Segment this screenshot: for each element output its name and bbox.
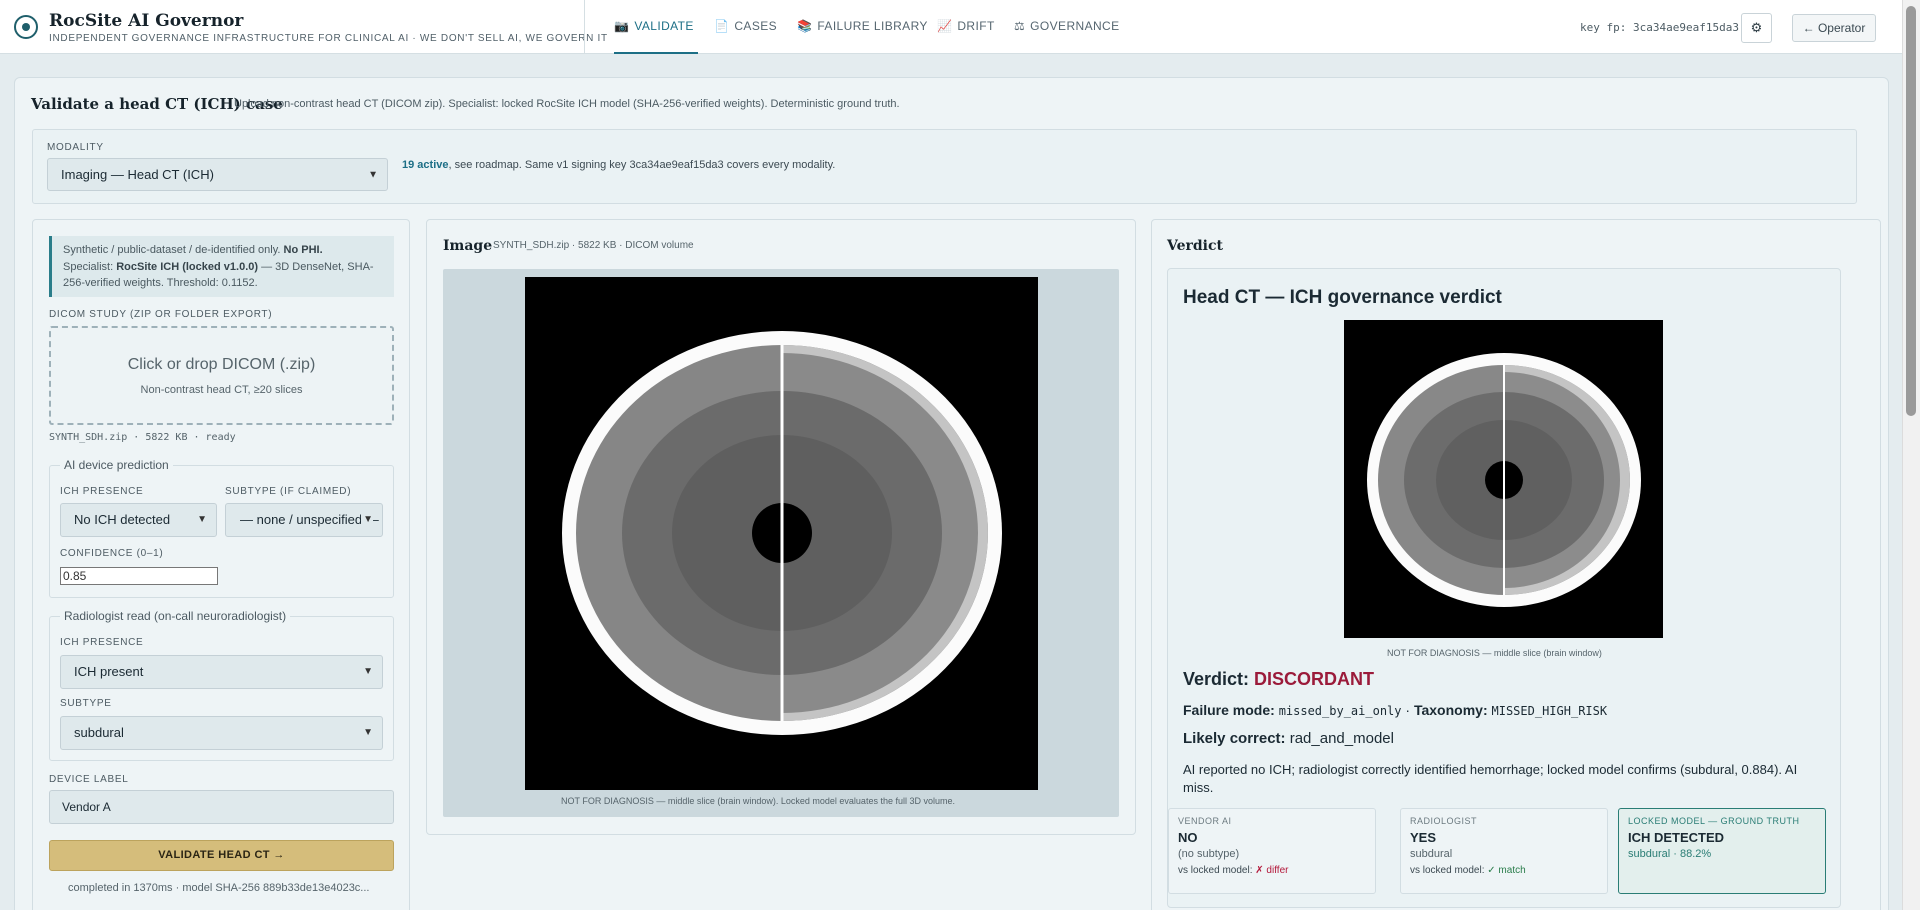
thumbnail-caption: NOT FOR DIAGNOSIS — middle slice (brain … (1387, 648, 1602, 658)
modality-panel: MODALITY Imaging — Head CT (ICH) ▼ (32, 129, 1857, 204)
camera-icon: 📷 (614, 19, 630, 33)
verdict-description: AI reported no ICH; radiologist correctl… (1183, 762, 1798, 795)
image-title: Image (443, 238, 493, 254)
radiologist-legend: Radiologist read (on-call neuroradiologi… (60, 609, 291, 623)
brand-logo-icon (14, 15, 38, 39)
scrollbar-thumb[interactable] (1906, 6, 1916, 416)
ai-presence-select[interactable]: No ICH detected ▼ (60, 503, 217, 537)
ai-subtype-label: SUBTYPE (IF CLAIMED) (225, 486, 352, 497)
rad-presence-label: ICH PRESENCE (60, 637, 144, 648)
dropzone-hint: Non-contrast head CT, ≥20 slices (140, 384, 303, 396)
dicom-dropzone[interactable]: Click or drop DICOM (.zip) Non-contrast … (49, 326, 394, 425)
gear-icon: ⚙ (1750, 20, 1763, 35)
chevron-down-icon: ▼ (363, 666, 373, 677)
rad-subtype-label: SUBTYPE (60, 698, 112, 709)
brand-tagline: INDEPENDENT GOVERNANCE INFRASTRUCTURE FO… (49, 33, 608, 44)
verdict-result: Verdict: DISCORDANT (1183, 669, 1375, 689)
tab-cases[interactable]: 📄 CASES (714, 0, 777, 54)
scales-icon: ⚖ (1014, 19, 1026, 33)
nav-divider (584, 0, 585, 54)
radiologist-card: RADIOLOGIST YES subdural vs locked model… (1400, 808, 1608, 894)
likely-correct-line: Likely correct: rad_and_model (1183, 730, 1394, 747)
chart-icon: 📈 (937, 19, 953, 33)
verdict-title: Verdict (1167, 238, 1223, 254)
tab-failure-library[interactable]: 📚 FAILURE LIBRARY (797, 0, 928, 54)
locked-model-card: LOCKED MODEL — GROUND TRUTH ICH DETECTED… (1618, 808, 1826, 894)
ai-prediction-legend: AI device prediction (60, 458, 173, 472)
ai-subtype-select[interactable]: — none / unspecified — ▼ (225, 503, 383, 537)
tab-validate[interactable]: 📷 VALIDATE (614, 0, 698, 54)
image-subtitle: SYNTH_SDH.zip · 5822 KB · DICOM volume (493, 240, 694, 251)
match-badge: ✓ match (1487, 865, 1526, 876)
books-icon: 📚 (797, 19, 813, 33)
chevron-down-icon: ▼ (368, 169, 378, 180)
key-fingerprint: key fp: 3ca34ae9eaf15da3 (1580, 21, 1739, 34)
dataset-notice: Synthetic / public-dataset / de-identifi… (49, 236, 394, 297)
modality-note: 19 active, see roadmap. Same v1 signing … (402, 159, 836, 171)
rad-presence-select[interactable]: ICH present ▼ (60, 655, 383, 689)
verdict-heading: Head CT — ICH governance verdict (1183, 287, 1502, 308)
device-label-input[interactable]: Vendor A (49, 790, 394, 824)
differ-badge: ✗ differ (1255, 865, 1289, 876)
vendor-ai-card: VENDOR AI NO (no subtype) vs locked mode… (1168, 808, 1376, 894)
ct-slice-image (525, 277, 1038, 790)
confidence-label: CONFIDENCE (0–1) (60, 548, 164, 559)
tab-governance[interactable]: ⚖ GOVERNANCE (1014, 0, 1120, 54)
confidence-input[interactable]: 0.85 (60, 567, 218, 585)
modality-label: MODALITY (47, 142, 104, 153)
file-status: SYNTH_SDH.zip · 5822 KB · ready (49, 432, 236, 443)
settings-button[interactable]: ⚙ (1741, 13, 1772, 43)
page-subtitle: Upload non-contrast head CT (DICOM zip).… (234, 98, 900, 110)
rad-subtype-select[interactable]: subdural ▼ (60, 716, 383, 750)
viewer-caption: NOT FOR DIAGNOSIS — middle slice (brain … (561, 796, 955, 806)
document-icon: 📄 (714, 19, 730, 33)
chevron-down-icon: ▼ (197, 514, 207, 525)
modality-select[interactable]: Imaging — Head CT (ICH) ▼ (47, 158, 388, 191)
verdict-value: DISCORDANT (1254, 669, 1375, 689)
ct-thumbnail-image (1344, 320, 1663, 638)
dicom-study-label: DICOM STUDY (ZIP OR FOLDER EXPORT) (49, 309, 273, 320)
completion-status: completed in 1370ms · model SHA-256 889b… (68, 882, 370, 894)
chevron-down-icon: ▼ (361, 504, 373, 536)
operator-button[interactable]: ← Operator (1792, 14, 1876, 42)
tab-drift[interactable]: 📈 DRIFT (937, 0, 995, 54)
validate-button[interactable]: VALIDATE HEAD CT → (49, 840, 394, 871)
top-nav-bar: RocSite AI Governor INDEPENDENT GOVERNAN… (0, 0, 1902, 54)
ai-presence-label: ICH PRESENCE (60, 486, 144, 497)
brand-title: RocSite AI Governor (49, 11, 244, 31)
dropzone-title: Click or drop DICOM (.zip) (127, 356, 316, 373)
active-count-link[interactable]: 19 active (402, 159, 448, 171)
chevron-down-icon: ▼ (363, 727, 373, 738)
failure-mode-line: Failure mode: missed_by_ai_only · Taxono… (1183, 702, 1608, 718)
device-label-label: DEVICE LABEL (49, 774, 129, 785)
